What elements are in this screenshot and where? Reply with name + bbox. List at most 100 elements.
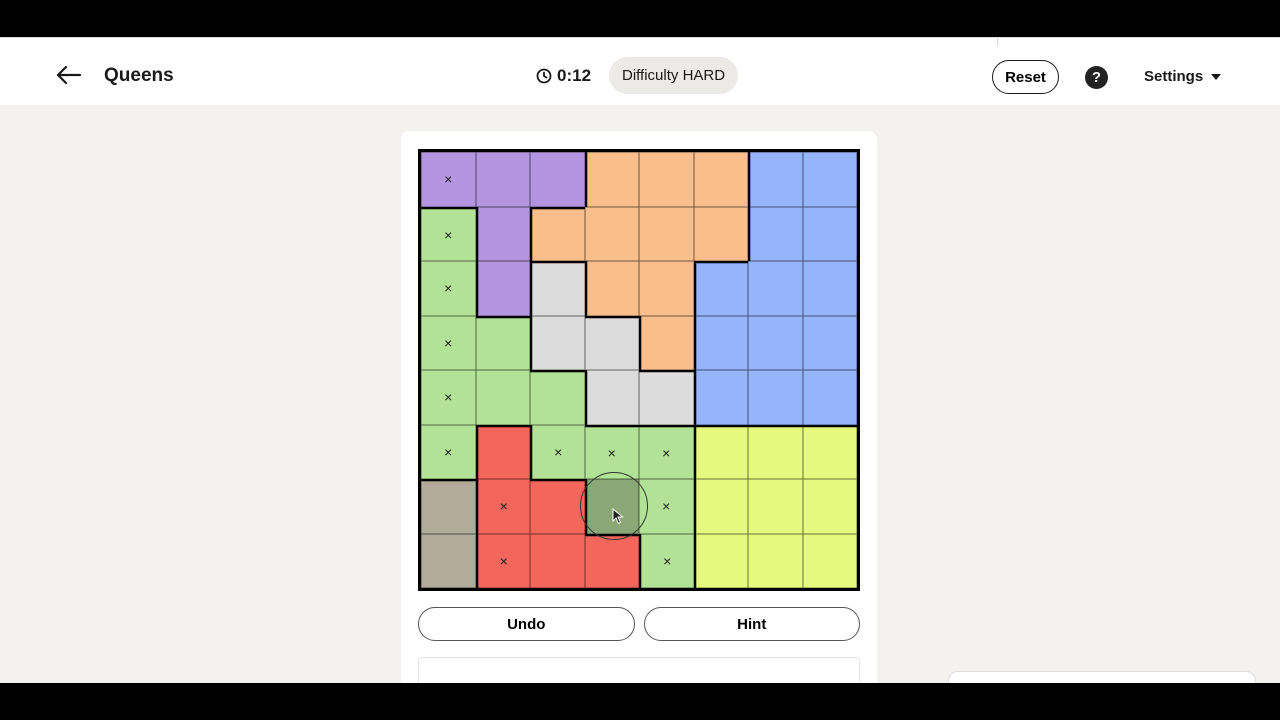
board-cell[interactable]	[748, 261, 803, 316]
cross-mark-icon: ×	[662, 444, 671, 461]
board-cell[interactable]	[421, 479, 476, 534]
header-divider	[997, 38, 998, 46]
page: Queens 0:12 Difficulty HARD Reset ? Sett…	[0, 37, 1280, 683]
cross-mark-icon: ×	[444, 171, 453, 188]
game-card: × × × × × × × × × × × × × Undo Hint	[401, 131, 877, 683]
board-cell[interactable]: ×	[639, 424, 694, 479]
board-cell[interactable]	[584, 533, 639, 588]
board-cell[interactable]	[639, 152, 694, 207]
board-cell[interactable]: ×	[421, 152, 476, 207]
board-cell[interactable]: ×	[421, 261, 476, 316]
board-cell[interactable]	[748, 424, 803, 479]
timer: 0:12	[536, 66, 591, 86]
cross-mark-icon: ×	[444, 443, 453, 460]
board-cell[interactable]: ×	[421, 424, 476, 479]
cross-mark-icon: ×	[662, 498, 671, 515]
hint-button[interactable]: Hint	[643, 607, 860, 641]
board-cell[interactable]	[584, 261, 639, 316]
board-cell[interactable]	[693, 206, 748, 261]
board-cell[interactable]	[584, 370, 639, 425]
queens-board: × × × × × × × × × × × × ×	[418, 149, 860, 591]
board-cell[interactable]	[748, 206, 803, 261]
undo-button[interactable]: Undo	[418, 607, 635, 641]
board-cell[interactable]	[639, 370, 694, 425]
settings-label: Settings	[1144, 68, 1204, 85]
difficulty-badge: Difficulty HARD	[609, 57, 739, 94]
board-cell[interactable]: ×	[639, 479, 694, 534]
cross-mark-icon: ×	[444, 389, 453, 406]
board-cell[interactable]	[748, 152, 803, 207]
cross-mark-icon: ×	[444, 280, 453, 297]
cross-mark-icon: ×	[663, 552, 672, 569]
caret-down-icon	[1211, 73, 1222, 80]
board-cell[interactable]	[693, 261, 748, 316]
board-cell[interactable]	[802, 206, 857, 261]
board-cell[interactable]	[802, 315, 857, 370]
board-cell[interactable]	[693, 479, 748, 534]
board-cell[interactable]	[802, 479, 857, 534]
board-cell[interactable]	[530, 479, 585, 534]
board-cell[interactable]: ×	[530, 424, 585, 479]
board-cell[interactable]	[693, 424, 748, 479]
board-cell[interactable]	[802, 370, 857, 425]
letterbox-bottom	[0, 683, 1280, 720]
clock-icon	[536, 68, 552, 84]
board-cell[interactable]	[748, 479, 803, 534]
game-controls: Undo Hint	[418, 607, 860, 641]
board-cell[interactable]	[475, 424, 530, 479]
board-cell[interactable]	[530, 370, 585, 425]
board-cell[interactable]: ×	[421, 370, 476, 425]
board-cell[interactable]	[530, 152, 585, 207]
settings-menu[interactable]: Settings	[1144, 68, 1222, 85]
board-cell[interactable]	[584, 479, 639, 534]
board-cell[interactable]	[475, 261, 530, 316]
board-cell[interactable]	[802, 533, 857, 588]
board-cell[interactable]	[639, 261, 694, 316]
board-cell[interactable]: ×	[475, 533, 530, 588]
board-cell[interactable]	[475, 206, 530, 261]
timer-value: 0:12	[557, 66, 592, 85]
board-cell[interactable]	[530, 315, 585, 370]
back-button[interactable]	[54, 60, 84, 90]
board-cell[interactable]	[475, 370, 530, 425]
info-panel	[418, 657, 860, 683]
reset-button[interactable]: Reset	[992, 60, 1059, 94]
game-header: Queens 0:12 Difficulty HARD Reset ? Sett…	[0, 37, 1280, 105]
board-cell[interactable]: ×	[421, 315, 476, 370]
board-cell[interactable]	[530, 206, 585, 261]
board-cell[interactable]	[421, 533, 476, 588]
board-cell[interactable]	[802, 152, 857, 207]
board-cell[interactable]: ×	[639, 533, 694, 588]
board-cell[interactable]	[475, 152, 530, 207]
board-cell[interactable]	[530, 261, 585, 316]
board-cell[interactable]	[748, 315, 803, 370]
board-cell[interactable]	[475, 315, 530, 370]
board-cell[interactable]	[639, 206, 694, 261]
board-cell[interactable]	[748, 370, 803, 425]
board-cell[interactable]	[802, 261, 857, 316]
board-cell[interactable]: ×	[421, 206, 476, 261]
board-cell[interactable]	[584, 206, 639, 261]
page-title: Queens	[104, 65, 174, 86]
arrow-left-icon	[56, 65, 82, 85]
board-cell[interactable]	[584, 315, 639, 370]
cross-mark-icon: ×	[499, 498, 508, 515]
letterbox-top	[0, 0, 1280, 37]
cross-mark-icon: ×	[554, 443, 563, 460]
cross-mark-icon: ×	[499, 552, 508, 569]
board-cell[interactable]	[639, 315, 694, 370]
board-cell[interactable]	[693, 152, 748, 207]
messaging-widget[interactable]	[948, 671, 1256, 683]
board-cell[interactable]	[693, 533, 748, 588]
board-cell[interactable]	[530, 533, 585, 588]
cross-mark-icon: ×	[444, 334, 453, 351]
board-cell[interactable]: ×	[584, 424, 639, 479]
cross-mark-icon: ×	[607, 444, 616, 461]
board-cell[interactable]	[693, 370, 748, 425]
board-cell[interactable]	[693, 315, 748, 370]
board-cell[interactable]	[584, 152, 639, 207]
board-cell[interactable]	[802, 424, 857, 479]
board-cell[interactable]	[748, 533, 803, 588]
help-icon[interactable]: ?	[1085, 66, 1108, 89]
board-cell[interactable]: ×	[475, 479, 530, 534]
